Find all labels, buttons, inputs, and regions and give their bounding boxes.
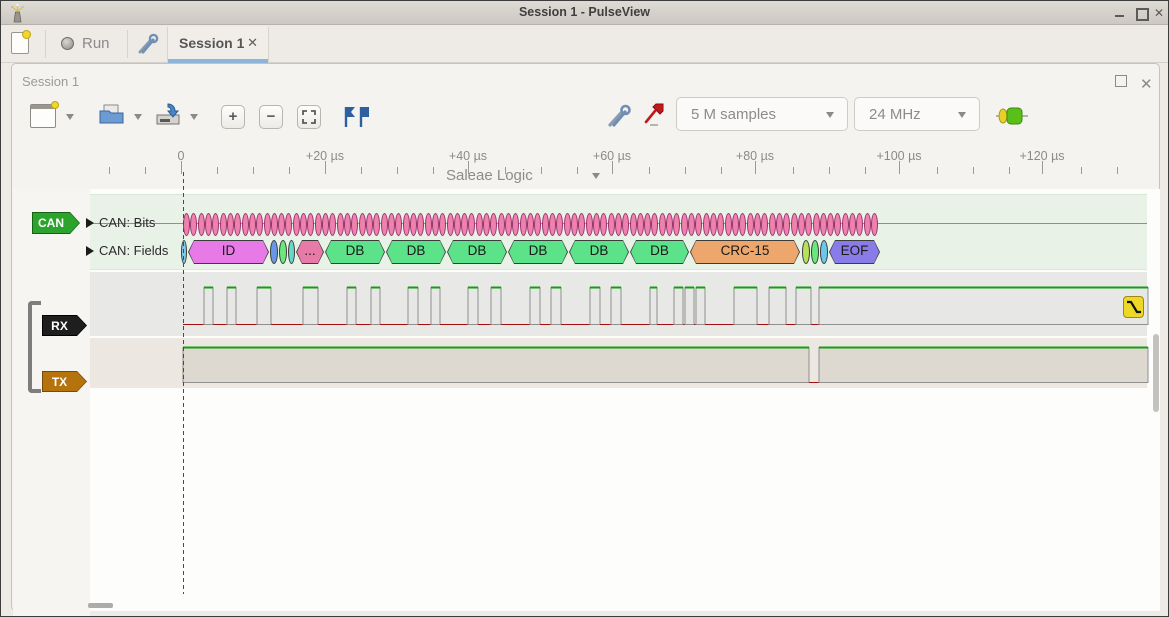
time-cursor-line[interactable] (183, 172, 184, 594)
expand-arrow-icon[interactable] (86, 246, 94, 256)
waveform-canvas (12, 64, 1159, 610)
falling-edge-glyph (1124, 297, 1143, 317)
horizontal-scrollbar-handle[interactable] (88, 603, 113, 608)
run-button[interactable]: Run (59, 30, 121, 58)
minimize-icon[interactable] (1113, 7, 1127, 19)
decoder-row-label: CAN: Bits (99, 215, 155, 230)
expand-arrow-icon[interactable] (86, 218, 94, 228)
close-icon[interactable] (1153, 7, 1167, 19)
channel-group-bracket[interactable] (28, 301, 41, 393)
pulseview-window: Session 1 - PulseView Run Session 1 ✕ Se… (0, 0, 1169, 617)
settings-wrench-icon[interactable] (134, 31, 160, 57)
window-title: Session 1 - PulseView (1, 5, 1168, 19)
title-bar[interactable]: Session 1 - PulseView (1, 1, 1168, 25)
tab-label: Session 1 (179, 35, 244, 51)
tag-label: RX (42, 319, 77, 333)
vertical-scrollbar-handle[interactable] (1153, 334, 1159, 412)
session-subwindow: Session 1 ✕ + − (11, 63, 1160, 611)
decoder-row-label: CAN: Fields (99, 243, 168, 258)
channel-tag-rx[interactable]: RX (42, 315, 87, 336)
tag-label: CAN (32, 216, 70, 230)
tab-close-icon[interactable]: ✕ (247, 35, 258, 51)
maximize-icon[interactable] (1134, 7, 1148, 19)
new-session-icon[interactable] (11, 32, 29, 54)
separator (127, 30, 128, 58)
separator (45, 30, 46, 58)
main-toolbar: Run Session 1 ✕ (1, 26, 1168, 63)
tab-session-1[interactable]: Session 1 ✕ (167, 27, 269, 63)
tag-label: TX (42, 375, 77, 389)
run-state-icon (61, 37, 74, 50)
channel-tag-tx[interactable]: TX (42, 371, 87, 392)
trigger-marker-icon[interactable] (1123, 296, 1144, 318)
run-button-label: Run (82, 35, 110, 52)
decoder-tag-can[interactable]: CAN (32, 212, 80, 234)
